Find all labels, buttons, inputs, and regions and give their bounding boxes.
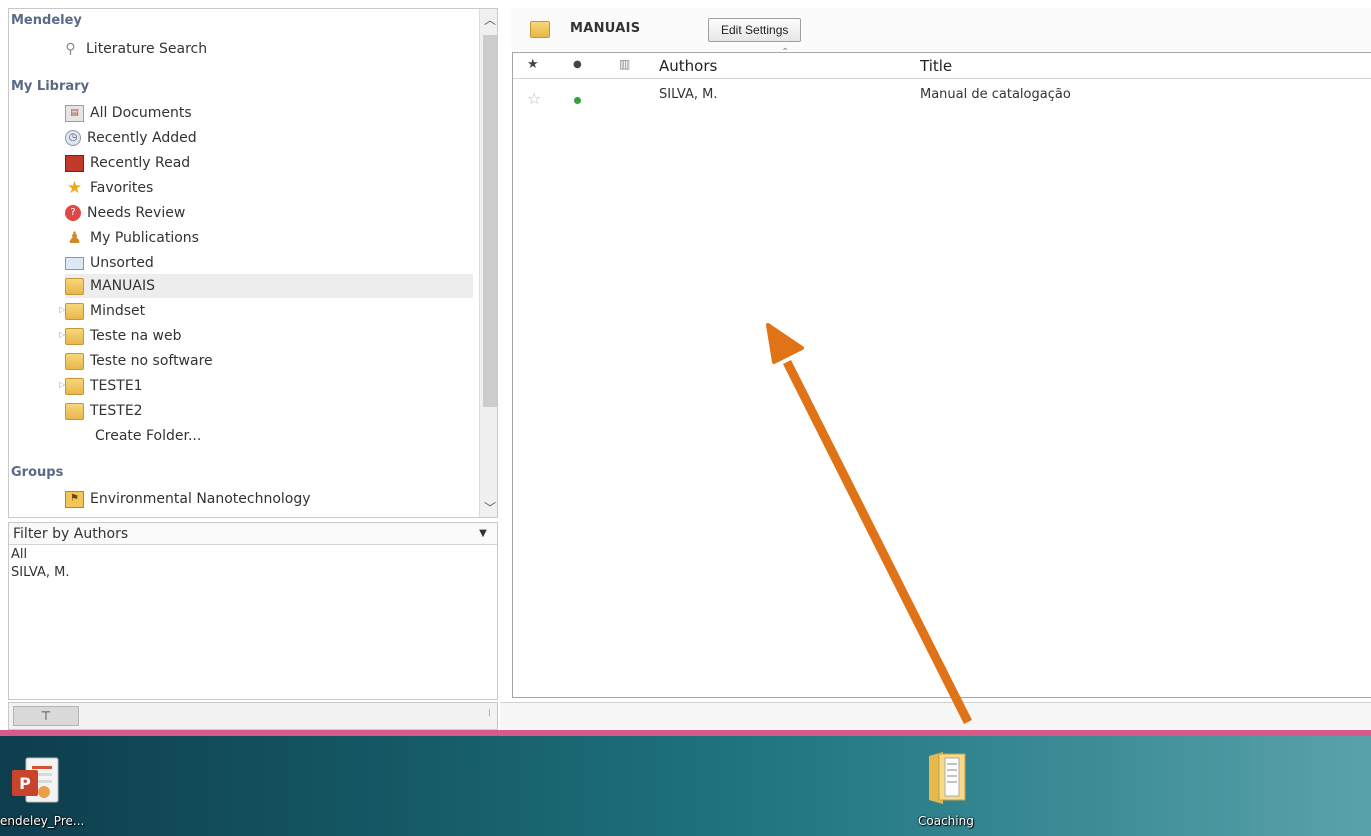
group-icon: ⚑ <box>65 490 84 508</box>
sidebar-item-folder-mindset[interactable]: ▷ Mindset <box>59 299 473 323</box>
dropdown-arrow-icon[interactable]: ▼ <box>473 523 493 545</box>
person-icon: ♟ <box>67 228 82 247</box>
sidebar-item-recently-read[interactable]: Recently Read <box>65 151 473 175</box>
folder-icon <box>65 402 84 420</box>
left-bottom-bar: ⊤ ⁞ <box>8 702 498 730</box>
filter-panel: Filter by Authors ▼ All SILVA, M. <box>8 522 498 700</box>
filter-toggle-button[interactable]: ⊤ <box>13 706 79 726</box>
attachment-column-icon[interactable]: ▥ <box>619 57 630 71</box>
filter-item-silva[interactable]: SILVA, M. <box>11 565 69 580</box>
review-icon: ? <box>65 205 81 221</box>
folder-icon <box>65 377 84 395</box>
folder-icon <box>65 302 84 320</box>
create-folder-link[interactable]: Create Folder... <box>95 424 497 448</box>
document-table: ★ ● ▥ ⌃ Authors Title ☆ SILVA, M. Manual… <box>512 47 1371 698</box>
star-icon: ★ <box>66 177 83 198</box>
sidebar-item-folder-manuais[interactable]: MANUAIS <box>65 274 473 298</box>
sort-indicator-icon: ⌃ <box>781 47 790 58</box>
sidebar-item-folder-teste1[interactable]: ▷ TESTE1 <box>59 374 473 398</box>
sidebar-item-my-publications[interactable]: ♟ My Publications <box>65 226 473 250</box>
main-toolbar: MANUAIS Edit Settings <box>510 8 1371 50</box>
sidebar-item-label: Teste na web <box>90 328 182 344</box>
table-header: ★ ● ▥ ⌃ Authors Title <box>513 47 1371 79</box>
sidebar-item-favorites[interactable]: ★ Favorites <box>65 176 473 200</box>
section-heading-mendeley: Mendeley <box>11 13 82 28</box>
sidebar-item-label: All Documents <box>90 105 192 121</box>
desktop-background: P endeley_Pre... Coaching <box>0 736 1371 836</box>
sidebar-item-folder-teste-no-software[interactable]: Teste no software <box>65 349 473 373</box>
desktop-icon-label[interactable]: Coaching <box>918 814 974 828</box>
sidebar-item-label: Recently Read <box>90 155 191 171</box>
sidebar-item-label: Needs Review <box>87 205 186 221</box>
sidebar-item-label: Recently Added <box>87 130 197 146</box>
clock-icon: ◷ <box>65 130 81 146</box>
book-icon <box>65 154 84 172</box>
expand-arrow-icon[interactable]: ▷ <box>59 330 65 339</box>
sidebar: Mendeley ⚲ Literature Search My Library … <box>8 8 498 518</box>
sidebar-item-needs-review[interactable]: ? Needs Review <box>65 201 473 225</box>
scrollbar-thumb[interactable] <box>483 35 497 407</box>
scroll-up-arrow-icon[interactable]: ︿ <box>480 9 497 31</box>
read-status-column-dot-icon[interactable]: ● <box>573 59 582 70</box>
folder-icon <box>65 277 84 295</box>
expand-arrow-icon[interactable]: ▷ <box>59 380 65 389</box>
sidebar-item-label: Mindset <box>90 303 146 319</box>
folder-icon[interactable] <box>925 750 969 806</box>
sidebar-scrollbar[interactable]: ︿ ﹀ <box>479 9 497 517</box>
column-header-authors[interactable]: Authors <box>659 57 717 75</box>
edit-settings-button[interactable]: Edit Settings <box>708 18 802 42</box>
sidebar-item-label: MANUAIS <box>90 278 155 294</box>
scroll-down-arrow-icon[interactable]: ﹀ <box>480 497 497 517</box>
sidebar-item-label: Teste no software <box>90 353 213 369</box>
section-heading-my-library: My Library <box>11 79 90 94</box>
sidebar-item-folder-teste2[interactable]: TESTE2 <box>65 399 473 423</box>
sidebar-item-label: My Publications <box>90 230 199 246</box>
favorite-star-icon[interactable]: ☆ <box>527 89 541 108</box>
sidebar-item-all-documents[interactable]: ▤ All Documents <box>65 101 473 125</box>
folder-icon <box>65 352 84 370</box>
sidebar-item-label: TESTE2 <box>90 403 143 419</box>
filter-item-all[interactable]: All <box>11 547 27 562</box>
expand-arrow-icon[interactable]: ▷ <box>59 305 65 314</box>
section-heading-groups: Groups <box>11 465 64 480</box>
sidebar-item-label: Literature Search <box>86 41 208 57</box>
sidebar-item-folder-teste-na-web[interactable]: ▷ Teste na web <box>59 324 473 348</box>
sidebar-item-group-environmental-nanotechnology[interactable]: ⚑ Environmental Nanotechnology <box>65 487 473 511</box>
svg-text:P: P <box>19 774 31 793</box>
folder-icon <box>530 21 550 38</box>
desktop-icon-label[interactable]: endeley_Pre... <box>0 814 84 828</box>
table-row[interactable]: ☆ SILVA, M. Manual de catalogação <box>513 83 1371 109</box>
sidebar-item-recently-added[interactable]: ◷ Recently Added <box>65 126 473 150</box>
row-authors: SILVA, M. <box>659 87 718 102</box>
filter-label: Filter by Authors <box>13 525 129 542</box>
folder-icon <box>65 327 84 345</box>
filter-select[interactable]: Filter by Authors ▼ <box>9 523 497 545</box>
documents-icon: ▤ <box>65 104 84 122</box>
sidebar-item-label: Environmental Nanotechnology <box>90 491 311 507</box>
sidebar-item-unsorted[interactable]: Unsorted <box>65 251 473 275</box>
splitter-grip-icon[interactable]: ⁞ <box>488 708 491 719</box>
filter-funnel-icon: ⊤ <box>40 709 52 723</box>
sidebar-item-label: Favorites <box>90 180 154 196</box>
sidebar-item-literature-search[interactable]: ⚲ Literature Search <box>61 37 469 61</box>
favorite-column-star-icon[interactable]: ★ <box>527 57 539 72</box>
main-bottom-bar <box>500 702 1371 730</box>
column-header-title[interactable]: Title <box>920 57 952 75</box>
unread-dot-icon[interactable] <box>574 97 581 104</box>
row-title: Manual de catalogação <box>920 87 1071 102</box>
sidebar-item-label: Unsorted <box>90 255 154 271</box>
powerpoint-icon[interactable]: P <box>10 756 62 808</box>
unsorted-icon <box>65 256 84 270</box>
folder-title: MANUAIS <box>570 21 641 36</box>
sidebar-item-label: TESTE1 <box>90 378 143 394</box>
search-icon: ⚲ <box>65 41 76 57</box>
